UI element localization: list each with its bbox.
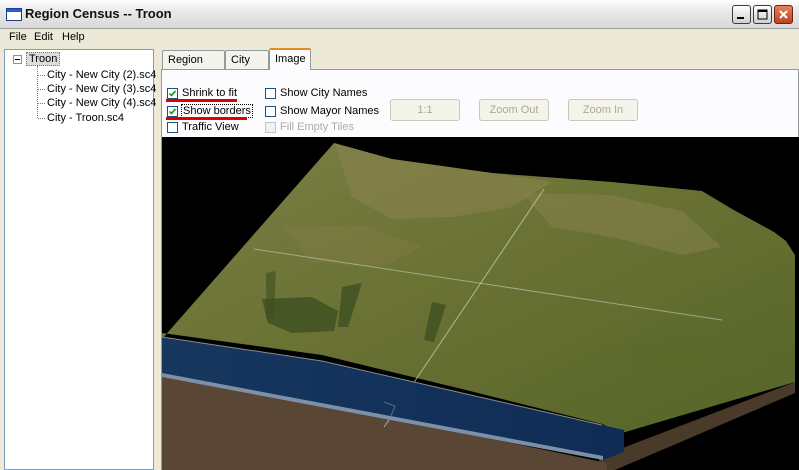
tree-item-label: City - New City (4).sc4	[47, 97, 157, 109]
maximize-icon	[757, 9, 768, 20]
checkbox-box	[167, 88, 178, 99]
tree-item-label: City - New City (3).sc4	[47, 83, 157, 95]
zoom-in-button[interactable]: Zoom In	[568, 99, 638, 121]
menu-help[interactable]: Help	[62, 31, 85, 43]
checkmark-icon	[168, 90, 177, 97]
close-button[interactable]	[774, 5, 793, 24]
region-terrain-image	[162, 143, 795, 470]
title-bar[interactable]: Region Census -- Troon	[0, 0, 799, 29]
tree-item-label: City - New City (2).sc4	[47, 69, 157, 81]
show-mayor-names-label: Show Mayor Names	[280, 105, 380, 117]
minimize-icon	[737, 17, 744, 19]
tree-item-city[interactable]: City - Troon.sc4	[38, 112, 124, 124]
annotation-underline	[166, 99, 237, 102]
region-tree[interactable]: Troon City - New City (2).sc4 City - New…	[4, 49, 156, 470]
menu-edit[interactable]: Edit	[34, 31, 53, 43]
checkbox-box	[167, 106, 178, 117]
minimize-button[interactable]	[732, 5, 751, 24]
zoom-1to1-button[interactable]: 1:1	[390, 99, 460, 121]
close-icon	[779, 10, 788, 19]
tab-city-info[interactable]: City Info	[225, 50, 269, 85]
tree-item-city[interactable]: City - New City (3).sc4	[38, 83, 156, 95]
tree-root-troon[interactable]: Troon	[26, 52, 61, 66]
tree-item-city[interactable]: City - New City (4).sc4	[38, 97, 156, 109]
region-map-view[interactable]	[162, 137, 799, 470]
tab-region-info[interactable]: Region Info	[162, 50, 225, 85]
menu-bar: File Edit Help	[0, 29, 799, 46]
checkbox-box	[265, 106, 276, 117]
menu-file[interactable]: File	[9, 31, 27, 43]
checkbox-box	[265, 88, 276, 99]
show-borders-label: Show borders	[181, 104, 253, 118]
checkbox-box	[265, 122, 276, 133]
traffic-view-label: Traffic View	[182, 121, 239, 133]
tree-item-city[interactable]: City - New City (2).sc4	[38, 69, 156, 81]
zoom-out-button[interactable]: Zoom Out	[479, 99, 549, 121]
show-city-names-label: Show City Names	[280, 87, 368, 99]
window-title: Region Census -- Troon	[25, 6, 172, 21]
collapse-icon[interactable]	[13, 55, 22, 64]
tree-item-label: City - Troon.sc4	[47, 112, 125, 124]
window-icon	[6, 8, 22, 21]
tab-image[interactable]: Image	[269, 48, 311, 70]
fill-empty-tiles-label: Fill Empty Tiles	[280, 121, 354, 133]
checkmark-icon	[168, 108, 177, 115]
shrink-to-fit-label: Shrink to fit	[182, 87, 238, 99]
checkbox-box	[167, 122, 178, 133]
app-window: Region Census -- Troon File Edit Help Tr…	[0, 0, 799, 470]
annotation-underline	[166, 117, 247, 120]
maximize-button[interactable]	[753, 5, 772, 24]
